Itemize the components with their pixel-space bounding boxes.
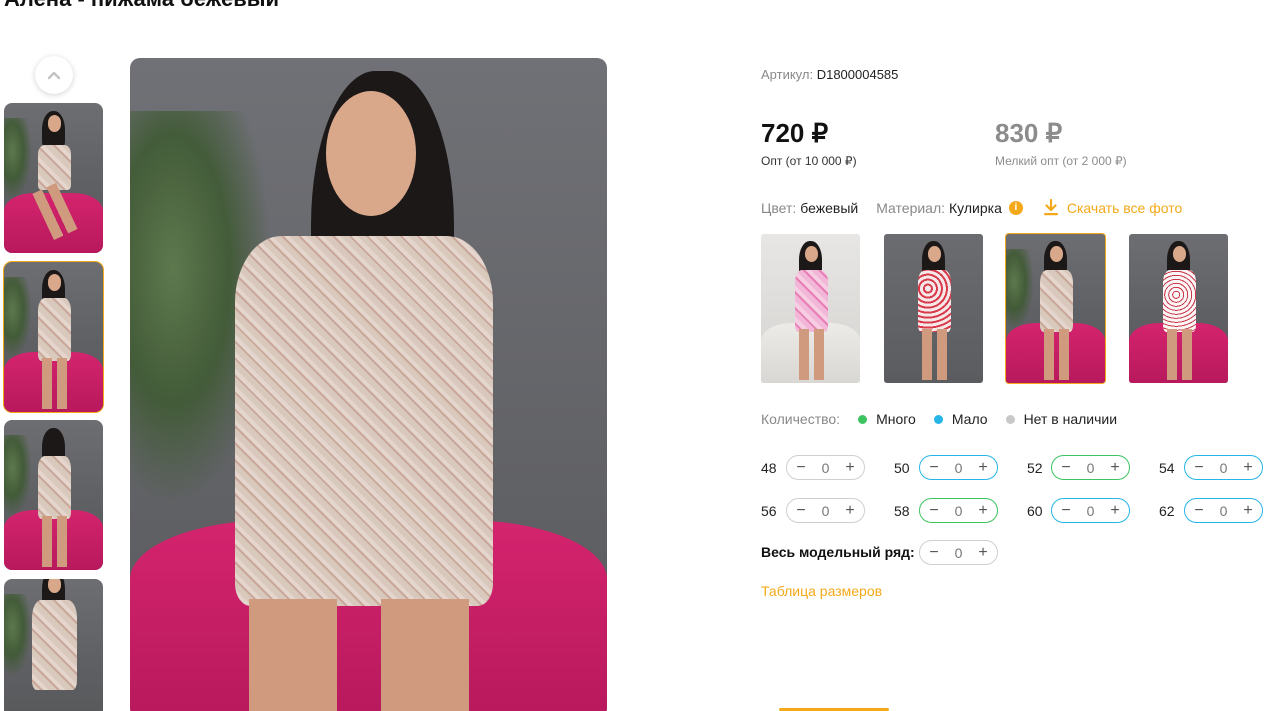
size-label: 58 [894, 503, 910, 519]
price-wholesale: 720 ₽ [761, 118, 829, 148]
stock-none-label: Нет в наличии [1023, 411, 1118, 427]
minus-button[interactable]: − [926, 459, 942, 476]
stock-many-label: Много [876, 411, 916, 427]
minus-button[interactable]: − [1191, 502, 1207, 519]
quantity-value[interactable]: 0 [947, 503, 971, 519]
color-variant-beige-active[interactable] [1005, 233, 1106, 384]
minus-button[interactable]: − [1058, 459, 1074, 476]
minus-button[interactable]: − [1191, 459, 1207, 476]
sku-value: D1800004585 [816, 67, 899, 82]
page-title: Алена - пижама бежевый [4, 0, 279, 12]
sku: Артикул: D1800004585 [761, 67, 898, 82]
size-stepper: − 0 + [919, 455, 998, 480]
stock-label: Количество: [761, 411, 841, 427]
minus-button[interactable]: − [1058, 502, 1074, 519]
size-stepper: − 0 + [1051, 455, 1130, 480]
download-all-photos-link[interactable]: Скачать все фото [1043, 199, 1182, 216]
minus-button[interactable]: − [926, 502, 942, 519]
plus-button[interactable]: + [975, 502, 991, 519]
material-label: Материал: [876, 199, 946, 216]
stock-many: Много [858, 411, 916, 427]
size-label: 50 [894, 460, 910, 476]
size-label: 62 [1159, 503, 1175, 519]
color-variant-red[interactable] [884, 234, 983, 383]
quantity-value[interactable]: 0 [1079, 503, 1103, 519]
size-table-link[interactable]: Таблица размеров [761, 583, 882, 599]
quantity-value[interactable]: 0 [947, 545, 971, 561]
color-variant-white[interactable] [1129, 234, 1228, 383]
stock-low-label: Мало [951, 411, 988, 427]
gallery-thumbnail-active[interactable] [3, 261, 104, 413]
gallery-thumbnail[interactable] [4, 103, 103, 253]
stock-low-dot [933, 414, 943, 424]
stock-many-dot [858, 414, 868, 424]
price-small-wholesale-label: Мелкий опт (от 2 000 ₽) [995, 154, 1127, 168]
color-label: Цвет: [761, 199, 797, 216]
size-stepper: − 0 + [919, 498, 998, 523]
quantity-value[interactable]: 0 [1212, 503, 1236, 519]
plus-button[interactable]: + [1240, 502, 1256, 519]
download-icon [1043, 199, 1058, 216]
chevron-up-icon [47, 71, 61, 80]
size-stepper: − 0 + [786, 498, 865, 523]
material-value: Кулирка [949, 199, 1002, 216]
size-label: 56 [761, 503, 777, 519]
download-label: Скачать все фото [1066, 199, 1183, 216]
info-icon[interactable]: i [1008, 200, 1023, 215]
quantity-value[interactable]: 0 [814, 460, 838, 476]
gallery-thumbnail[interactable] [4, 579, 103, 711]
quantity-value[interactable]: 0 [1079, 460, 1103, 476]
plus-button[interactable]: + [975, 459, 991, 476]
stock-legend: Количество: Много Мало Нет в наличии [761, 411, 1135, 427]
main-product-image[interactable] [130, 58, 607, 711]
plus-button[interactable]: + [975, 544, 991, 561]
size-stepper: − 0 + [1184, 455, 1263, 480]
size-stepper: − 0 + [1184, 498, 1263, 523]
minus-button[interactable]: − [793, 459, 809, 476]
plus-button[interactable]: + [1240, 459, 1256, 476]
minus-button[interactable]: − [793, 502, 809, 519]
quantity-value[interactable]: 0 [1212, 460, 1236, 476]
product-attributes: Цвет: бежевый Материал: Кулирка i Скачат… [761, 199, 1182, 216]
size-stepper: − 0 + [1051, 498, 1130, 523]
sku-label: Артикул: [761, 67, 814, 82]
full-range-label: Весь модельный ряд: [761, 544, 915, 560]
minus-button[interactable]: − [926, 544, 942, 561]
stock-none: Нет в наличии [1005, 411, 1118, 427]
stock-none-dot [1005, 414, 1015, 424]
price-small-wholesale: 830 ₽ [995, 118, 1063, 148]
quantity-value[interactable]: 0 [814, 503, 838, 519]
price-wholesale-label: Опт (от 10 000 ₽) [761, 154, 857, 168]
color-value: бежевый [800, 199, 859, 216]
plus-button[interactable]: + [842, 502, 858, 519]
color-variant-pink[interactable] [761, 234, 860, 383]
plus-button[interactable]: + [842, 459, 858, 476]
size-label: 60 [1027, 503, 1043, 519]
plus-button[interactable]: + [1107, 459, 1123, 476]
size-label: 52 [1027, 460, 1043, 476]
quantity-value[interactable]: 0 [947, 460, 971, 476]
gallery-thumbnail[interactable] [4, 420, 103, 570]
full-range-stepper: − 0 + [919, 540, 998, 565]
stock-low: Мало [933, 411, 988, 427]
gallery-up-button[interactable] [35, 56, 73, 94]
size-label: 54 [1159, 460, 1175, 476]
size-stepper: − 0 + [786, 455, 865, 480]
plus-button[interactable]: + [1107, 502, 1123, 519]
size-label: 48 [761, 460, 777, 476]
